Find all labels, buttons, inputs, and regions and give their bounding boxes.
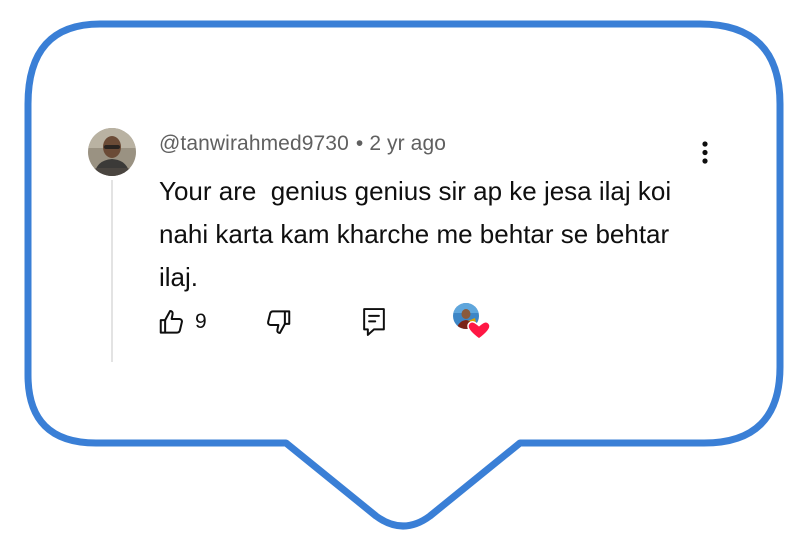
user-avatar-image bbox=[88, 128, 136, 176]
like-count: 9 bbox=[195, 310, 207, 333]
reply-button[interactable] bbox=[359, 305, 389, 339]
creator-heart-badge[interactable] bbox=[451, 301, 491, 341]
comment-body: Your are genius genius sir ap ke jesa il… bbox=[159, 176, 679, 292]
thumbs-down-icon bbox=[267, 310, 291, 334]
like-button[interactable]: 9 bbox=[157, 305, 207, 339]
more-options-button[interactable] bbox=[690, 136, 720, 170]
creator-heart-icon bbox=[453, 303, 491, 340]
author-handle[interactable]: @tanwirahmed9730 bbox=[159, 132, 349, 155]
comment-meta: @tanwirahmed9730 • 2 yr ago bbox=[159, 132, 446, 156]
thumbs-up-icon bbox=[159, 310, 183, 334]
reply-thread-line bbox=[111, 180, 113, 362]
more-vertical-icon bbox=[702, 141, 708, 164]
reply-comment-icon bbox=[363, 308, 385, 336]
speech-bubble-card: @tanwirahmed9730 • 2 yr ago Your are geniu… bbox=[0, 0, 800, 547]
dislike-button[interactable] bbox=[263, 305, 293, 339]
meta-separator: • bbox=[355, 132, 364, 155]
comment-timestamp[interactable]: 2 yr ago bbox=[369, 132, 446, 155]
avatar[interactable] bbox=[88, 128, 136, 176]
